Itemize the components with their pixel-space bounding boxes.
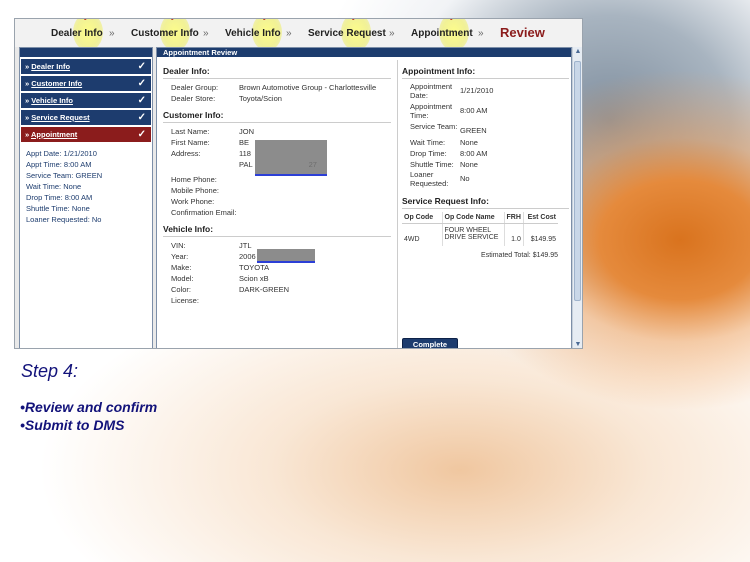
sidebar-item-label: Service Request (31, 113, 90, 122)
step-appointment[interactable]: Appointment (411, 28, 473, 39)
section-title-customer: Customer Info: (163, 110, 391, 123)
check-icon: ✓ (261, 19, 272, 25)
left-column: Dealer Info: Dealer Group: Brown Automoti… (163, 60, 391, 306)
check-icon: ✓ (82, 19, 93, 25)
step-vehicle-info[interactable]: Vehicle Info (225, 28, 281, 39)
caption-title: Step 4: (21, 361, 79, 381)
column-header: Op Code (402, 212, 443, 224)
estimated-total: Estimated Total: $149.95 (481, 252, 558, 259)
caption-bullet: •Review and confirm (20, 399, 158, 415)
cell-op-code-name: FOUR WHEEL DRIVE SERVICE (442, 223, 505, 246)
field-dealer-store: Dealer Store: Toyota/Scion (171, 94, 282, 103)
field-color: Color: DARK-GREEN (171, 285, 290, 294)
vertical-scrollbar[interactable]: ▲ ▼ (572, 47, 582, 348)
summary-line: Appt Date: 1/21/2010 (26, 149, 97, 158)
step-separator: » (389, 28, 395, 39)
field-wait-time: Wait Time: None (410, 138, 478, 147)
column-header: Est Cost (523, 212, 558, 224)
redaction-customer (255, 140, 327, 176)
panel-title: Appointment Review (157, 48, 571, 57)
check-icon: ✓ (137, 129, 146, 140)
check-icon: ✓ (137, 95, 146, 106)
sidebar-item-appointment[interactable]: » Appointment ✓ (21, 127, 151, 142)
check-icon: ✓ (137, 61, 146, 72)
field-drop-time: Drop Time: 8:00 AM (410, 149, 488, 158)
check-icon: ✓ (137, 112, 146, 123)
field-last-name: Last Name: JON (171, 127, 254, 136)
step-review: Review (500, 25, 545, 40)
field-dealer-group: Dealer Group: Brown Automotive Group - Ch… (171, 83, 377, 92)
summary-line: Shuttle Time: None (26, 204, 90, 213)
sidebar-item-label: Customer Info (31, 79, 83, 88)
summary-line: Loaner Requested: No (26, 215, 102, 224)
sidebar-item-dealer-info[interactable]: » Dealer Info ✓ (21, 59, 151, 74)
sidebar-item-label: Vehicle Info (31, 96, 73, 105)
sidebar-header (20, 48, 152, 57)
field-make: Make: TOYOTA (171, 263, 270, 272)
step-separator: » (286, 28, 292, 39)
step-dealer-info[interactable]: Dealer Info (51, 28, 103, 39)
column-header: FRH (504, 212, 524, 224)
step-separator: » (109, 28, 115, 39)
summary-line: Wait Time: None (26, 182, 82, 191)
step-service-request[interactable]: Service Request (308, 28, 386, 39)
caption-bullet: •Submit to DMS (20, 417, 125, 433)
section-title-dealer: Dealer Info: (163, 66, 391, 79)
scroll-down-icon[interactable]: ▼ (573, 340, 582, 348)
cell-frh: 1.0 (504, 223, 524, 246)
check-icon: ✓ (137, 78, 146, 89)
field-loaner-requested: Loaner Requested: No (410, 170, 470, 188)
cell-op-code: 4WD (402, 223, 443, 246)
complete-button[interactable]: Complete (402, 338, 458, 348)
app-screenshot: ✓ ✓ ✓ ✓ ✓ Dealer Info » Customer Info » … (14, 18, 583, 349)
check-icon: ✓ (350, 19, 361, 25)
field-mobile-phone: Mobile Phone: (171, 186, 219, 195)
redaction-vin (257, 249, 315, 263)
summary-line: Service Team: GREEN (26, 171, 103, 180)
section-title-appointment: Appointment Info: (402, 66, 569, 79)
step-separator: » (203, 28, 209, 39)
check-icon: ✓ (169, 19, 180, 25)
step-progress-bar: ✓ ✓ ✓ ✓ ✓ Dealer Info » Customer Info » … (15, 19, 582, 51)
column-header: Op Code Name (442, 212, 505, 224)
field-service-team: Service Team: GREEN (410, 122, 487, 135)
step-customer-info[interactable]: Customer Info (131, 28, 199, 39)
section-title-service-request: Service Request Info: (402, 196, 569, 209)
field-appointment-time: Appointment Time: 8:00 AM (410, 102, 488, 120)
sidebar-item-service-request[interactable]: » Service Request ✓ (21, 110, 151, 125)
table-header-row: Op Code Op Code Name FRH Est Cost (402, 212, 558, 224)
field-shuttle-time: Shuttle Time: None (410, 160, 478, 169)
scroll-up-icon[interactable]: ▲ (573, 47, 582, 57)
scrollbar-thumb[interactable] (574, 61, 581, 301)
field-license: License: (171, 296, 199, 305)
right-column: Appointment Info: Appointment Date: 1/21/… (397, 60, 569, 348)
sidebar-item-vehicle-info[interactable]: » Vehicle Info ✓ (21, 93, 151, 108)
service-request-table: Op Code Op Code Name FRH Est Cost 4WD FO… (402, 212, 558, 246)
sidebar: » Dealer Info ✓ » Customer Info ✓ » Vehicl… (19, 47, 153, 348)
appointment-summary: Appt Date: 1/21/2010 Appt Time: 8:00 AM … (20, 142, 152, 225)
sidebar-item-label: Dealer Info (31, 62, 71, 71)
table-row: 4WD FOUR WHEEL DRIVE SERVICE 1.0 $149.95 (402, 223, 558, 246)
field-model: Model: Scion xB (171, 274, 269, 283)
check-icon: ✓ (448, 19, 459, 25)
field-work-phone: Work Phone: (171, 197, 215, 206)
field-appointment-date: Appointment Date: 1/21/2010 (410, 82, 494, 100)
section-title-vehicle: Vehicle Info: (163, 224, 391, 237)
sidebar-item-label: Appointment (30, 130, 78, 139)
main-panel: Appointment Review Dealer Info: Dealer G… (156, 47, 572, 348)
cell-est-cost: $149.95 (530, 236, 556, 243)
step-separator: » (478, 28, 484, 39)
field-confirmation-email: Confirmation Email: (171, 208, 237, 217)
sidebar-item-customer-info[interactable]: » Customer Info ✓ (21, 76, 151, 91)
summary-line: Drop Time: 8:00 AM (26, 193, 93, 202)
summary-line: Appt Time: 8:00 AM (26, 160, 92, 169)
